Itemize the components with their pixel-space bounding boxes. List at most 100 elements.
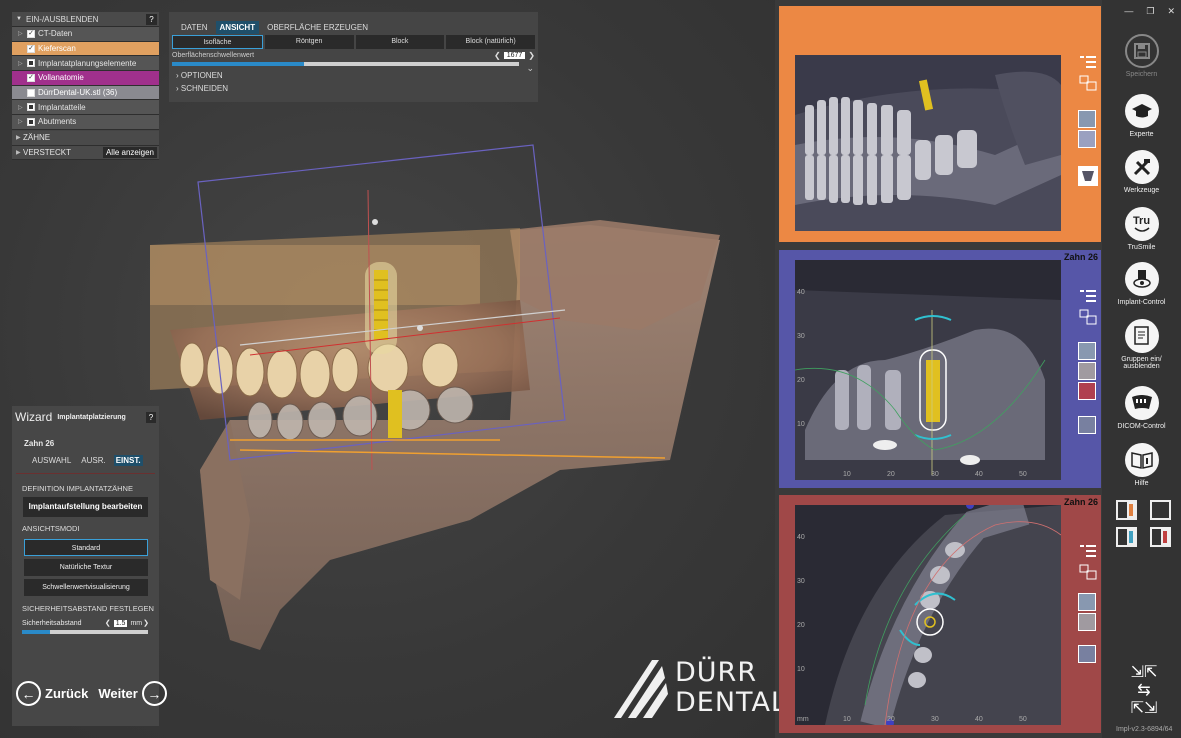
tools-icon xyxy=(1124,150,1159,184)
checkbox-partial[interactable] xyxy=(27,103,35,112)
svg-text:10: 10 xyxy=(797,666,805,673)
expand-icon[interactable]: ▷ xyxy=(18,30,25,37)
svg-text:20: 20 xyxy=(797,622,805,629)
minimize-icon[interactable]: — xyxy=(1124,6,1133,17)
tree-item-implantatteile[interactable]: ▷ Implantatteile xyxy=(12,100,159,116)
cut-expander[interactable]: › SCHNEIDEN xyxy=(169,82,538,95)
layout-swap-icon[interactable] xyxy=(1078,74,1098,92)
svg-text:40: 40 xyxy=(975,716,983,723)
increment-icon[interactable]: ❯ xyxy=(143,619,149,627)
tab-oberflaeche-erzeugen[interactable]: OBERFLÄCHE ERZEUGEN xyxy=(263,21,372,34)
help-button[interactable]: ? xyxy=(146,13,157,25)
thumbnail-view-icon[interactable] xyxy=(1078,110,1098,128)
increment-icon[interactable]: ❯ xyxy=(528,51,535,60)
implant-control-button[interactable]: Implant-Control xyxy=(1102,262,1181,306)
axial-image[interactable]: 40 30 20 10 mm 10 20 30 40 50 xyxy=(795,505,1061,725)
layout-option-icon[interactable] xyxy=(1150,500,1171,520)
safety-input[interactable]: 1.5 xyxy=(113,619,128,627)
layout-option-icon[interactable] xyxy=(1150,527,1171,547)
tree-item-vollanatomie[interactable]: ✓ Vollanatomie xyxy=(12,71,159,86)
section-label: ZÄHNE xyxy=(23,133,51,143)
mode-roentgen-button[interactable]: Röntgen xyxy=(264,35,354,49)
mode-isoflaeche-button[interactable]: Isofläche xyxy=(172,35,263,49)
layout-option-icon[interactable] xyxy=(1116,527,1137,547)
section-zaehne[interactable]: ▶ ZÄHNE xyxy=(12,130,159,146)
threshold-input[interactable]: 1677 xyxy=(503,52,526,59)
checkbox-checked[interactable]: ✓ xyxy=(27,44,35,53)
list-menu-icon[interactable] xyxy=(1078,288,1098,306)
checkbox-partial[interactable] xyxy=(27,59,35,68)
svg-text:40: 40 xyxy=(975,471,983,478)
next-arrow-icon[interactable]: → xyxy=(141,681,167,706)
tooth-view-icon[interactable] xyxy=(1078,166,1098,186)
view-mode-texture-button[interactable]: Natürliche Textur xyxy=(24,559,148,576)
decrement-icon[interactable]: ❮ xyxy=(105,619,111,627)
thumbnail-view-icon[interactable] xyxy=(1078,382,1098,400)
groups-toggle-button[interactable]: Gruppen ein/ ausblenden xyxy=(1102,319,1181,370)
decrement-icon[interactable]: ❮ xyxy=(494,51,501,60)
tree-item-label: DürrDental-UK.stl (36) xyxy=(38,88,118,98)
checkbox-checked[interactable]: ✓ xyxy=(27,29,35,38)
checkbox-partial[interactable] xyxy=(27,117,35,126)
back-button[interactable]: Zurück xyxy=(45,686,88,701)
options-expander[interactable]: › OPTIONEN xyxy=(169,69,538,82)
tree-item-abutments[interactable]: ▷ Abutments xyxy=(12,115,159,130)
mode-block-natuerlich-button[interactable]: Block (natürlich) xyxy=(446,35,535,49)
safety-slider[interactable] xyxy=(22,630,148,634)
view-mode-standard-button[interactable]: Standard xyxy=(24,539,148,556)
panoramic-view-panel[interactable] xyxy=(779,6,1101,242)
thumbnail-view-icon[interactable] xyxy=(1078,593,1098,611)
expand-icon[interactable]: ▷ xyxy=(18,118,25,125)
section-versteckt[interactable]: ▶ VERSTECKT Alle anzeigen xyxy=(12,145,159,161)
layout-swap-icon[interactable] xyxy=(1078,563,1098,581)
tree-item-duerrdental-uk[interactable]: DürrDental-UK.stl (36) xyxy=(12,85,159,101)
close-icon[interactable]: ✕ xyxy=(1167,6,1175,17)
list-menu-icon[interactable] xyxy=(1078,54,1098,72)
show-all-button[interactable]: Alle anzeigen xyxy=(102,146,157,158)
navigation-arrows-icon[interactable]: ⇲⇱ ⇆ ⇱⇲ xyxy=(1124,664,1164,718)
tree-item-kieferscan[interactable]: ✓ Kieferscan xyxy=(12,41,159,57)
tab-auswahl[interactable]: AUSWAHL xyxy=(30,455,73,466)
thumbnail-view-icon[interactable] xyxy=(1078,342,1098,360)
cross-section-image[interactable]: 40 30 20 10 10 20 30 40 50 xyxy=(795,260,1061,480)
mode-block-button[interactable]: Block xyxy=(355,35,445,49)
tree-item-implantatplanungselemente[interactable]: ▷ Implantatplanungselemente xyxy=(12,56,159,72)
expand-icon[interactable]: ▷ xyxy=(18,104,25,111)
checkbox-unchecked[interactable] xyxy=(27,88,35,97)
tab-ansicht[interactable]: ANSICHT xyxy=(215,20,260,34)
duerr-dental-logo: DÜRR DENTAL xyxy=(612,658,786,722)
thumbnail-view-icon[interactable] xyxy=(1078,645,1098,663)
thumbnail-view-icon[interactable] xyxy=(1078,130,1098,148)
axial-view-panel[interactable]: Zahn 26 40 30 20 10 mm 10 20 30 40 50 xyxy=(779,495,1101,733)
help-button[interactable]: Hilfe xyxy=(1102,443,1181,487)
tools-button[interactable]: Werkzeuge xyxy=(1102,150,1181,194)
thumbnail-view-icon[interactable] xyxy=(1078,362,1098,380)
panoramic-xray-image[interactable] xyxy=(795,55,1061,231)
next-button[interactable]: Weiter xyxy=(98,686,138,701)
collapse-chevron-icon[interactable]: ⌄ xyxy=(526,63,534,74)
cross-section-panel[interactable]: Zahn 26 40 30 20 10 10 20 30 40 50 xyxy=(779,250,1101,488)
tree-header[interactable]: ▼ EIN-/AUSBLENDEN ? xyxy=(12,12,159,27)
expand-icon[interactable]: ▷ xyxy=(18,60,25,67)
tab-daten[interactable]: DATEN xyxy=(177,21,212,34)
thumbnail-view-icon[interactable] xyxy=(1078,613,1098,631)
trusmile-button[interactable]: Tru TruSmile xyxy=(1102,207,1181,251)
tooth-label: Zahn 26 xyxy=(24,439,55,448)
help-button[interactable]: ? xyxy=(146,411,156,423)
layout-option-icon[interactable] xyxy=(1116,500,1137,520)
tree-item-ct-daten[interactable]: ▷ ✓ CT-Daten xyxy=(12,27,159,42)
save-button[interactable]: Speichern xyxy=(1102,34,1181,78)
layout-swap-icon[interactable] xyxy=(1078,308,1098,326)
threshold-slider[interactable] xyxy=(172,62,519,66)
view-mode-threshold-button[interactable]: Schwellenwertvisualisierung xyxy=(24,579,148,596)
tab-einst[interactable]: EINST. xyxy=(113,455,143,466)
restore-icon[interactable]: ❐ xyxy=(1146,6,1154,17)
list-menu-icon[interactable] xyxy=(1078,543,1098,561)
back-arrow-icon[interactable]: ← xyxy=(16,681,41,706)
checkbox-checked[interactable]: ✓ xyxy=(27,73,35,82)
thumbnail-view-icon[interactable] xyxy=(1078,416,1098,434)
tab-ausr[interactable]: AUSR. xyxy=(79,455,107,466)
dicom-control-button[interactable]: DICOM-Control xyxy=(1102,386,1181,430)
edit-implant-setup-button[interactable]: Implantaufstellung bearbeiten xyxy=(23,497,148,517)
expert-button[interactable]: Experte xyxy=(1102,94,1181,138)
